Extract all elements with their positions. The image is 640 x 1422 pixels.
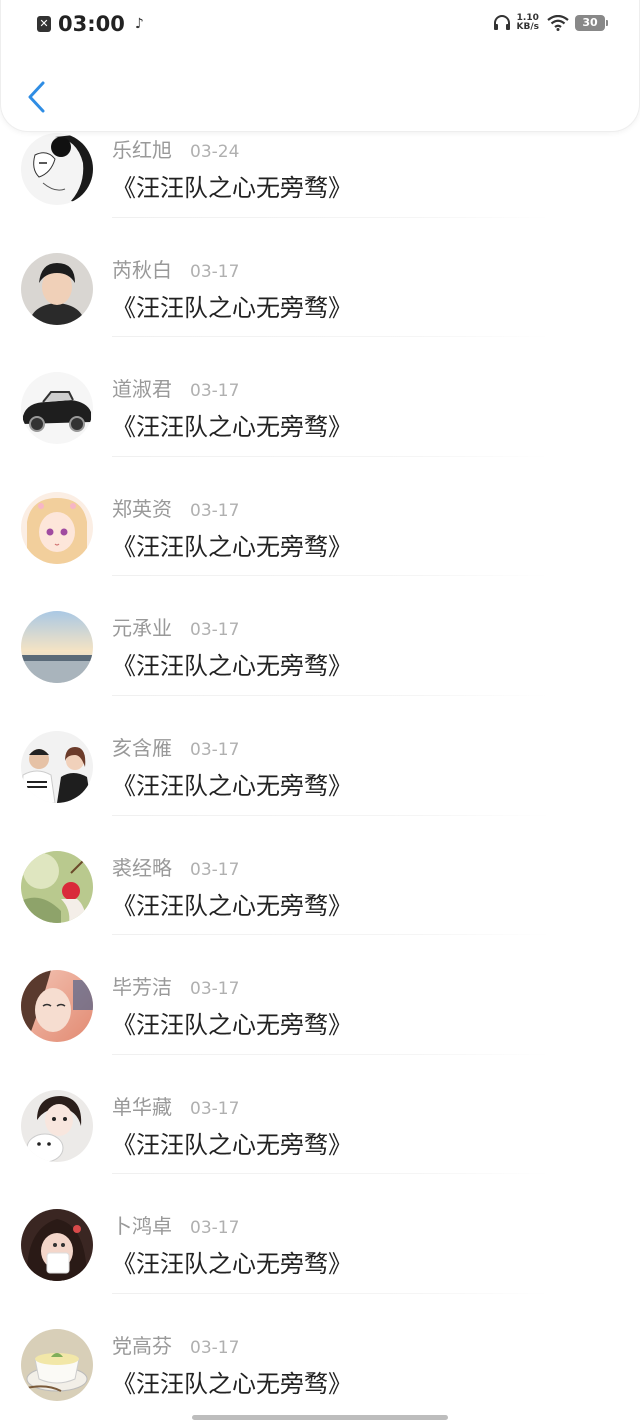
- avatar[interactable]: [21, 491, 93, 564]
- item-content: 《汪汪队之心无旁骛》: [112, 1250, 352, 1279]
- avatar[interactable]: [21, 372, 93, 445]
- item-date: 03-17: [190, 739, 240, 760]
- item-content: 《汪汪队之心无旁骛》: [112, 771, 352, 800]
- avatar[interactable]: [21, 850, 93, 923]
- battery-indicator: 30: [575, 15, 608, 31]
- item-content: 《汪汪队之心无旁骛》: [112, 891, 352, 920]
- user-name: 芮秋白: [112, 257, 172, 282]
- list-item[interactable]: 党高芬 03-17 《汪汪队之心无旁骛》: [0, 1282, 640, 1402]
- user-name: 道淑君: [112, 377, 172, 402]
- list-item[interactable]: 元承业 03-17 《汪汪队之心无旁骛》: [0, 564, 640, 696]
- status-bar: ✕ 03:00 ♪ 1.10 KB/s 30: [1, 0, 640, 50]
- item-header: 乐红旭 03-24: [112, 134, 239, 163]
- chevron-left-icon: [28, 81, 45, 113]
- item-date: 03-17: [190, 859, 240, 880]
- user-name: 单华藏: [112, 1094, 172, 1119]
- item-content: 《汪汪队之心无旁骛》: [112, 413, 352, 442]
- network-speed-unit: KB/s: [516, 22, 539, 32]
- item-header: 芮秋白 03-17: [112, 254, 239, 283]
- item-content: 《汪汪队之心无旁骛》: [112, 1011, 352, 1040]
- top-header: ✕ 03:00 ♪ 1.10 KB/s 30: [0, 0, 640, 132]
- avatar[interactable]: [21, 133, 93, 205]
- item-content: 《汪汪队之心无旁骛》: [112, 1369, 352, 1398]
- user-name: 卜鸿卓: [112, 1214, 172, 1239]
- network-speed: 1.10 KB/s: [517, 14, 539, 32]
- user-name: 元承业: [112, 616, 172, 641]
- avatar[interactable]: [21, 1328, 93, 1401]
- home-indicator[interactable]: [192, 1415, 448, 1420]
- item-header: 道淑君 03-17: [112, 373, 239, 402]
- back-button[interactable]: [23, 78, 53, 118]
- item-header: 卜鸿卓 03-17: [112, 1210, 239, 1239]
- list-item[interactable]: 亥含雁 03-17 《汪汪队之心无旁骛》: [0, 684, 640, 816]
- list-item[interactable]: 道淑君 03-17 《汪汪队之心无旁骛》: [0, 325, 640, 457]
- headphones-icon: [493, 15, 510, 30]
- list-item[interactable]: 裘经略 03-17 《汪汪队之心无旁骛》: [0, 804, 640, 936]
- message-list: 乐红旭 03-24 《汪汪队之心无旁骛》 芮秋白 03-17 《汪汪队之心无旁骛…: [0, 86, 640, 1402]
- avatar[interactable]: [21, 970, 93, 1043]
- notification-icon: ✕: [37, 16, 51, 32]
- item-date: 03-17: [190, 979, 240, 1000]
- item-content: 《汪汪队之心无旁骛》: [112, 652, 352, 681]
- list-item[interactable]: 毕芳洁 03-17 《汪汪队之心无旁骛》: [0, 923, 640, 1055]
- list-item[interactable]: 卜鸿卓 03-17 《汪汪队之心无旁骛》: [0, 1162, 640, 1294]
- status-right: 1.10 KB/s 30: [493, 14, 608, 32]
- avatar[interactable]: [21, 1209, 93, 1282]
- list-item[interactable]: 芮秋白 03-17 《汪汪队之心无旁骛》: [0, 206, 640, 338]
- item-header: 单华藏 03-17: [112, 1091, 239, 1120]
- music-note-icon: ♪: [134, 16, 144, 32]
- item-date: 03-17: [190, 261, 240, 282]
- item-date: 03-24: [190, 142, 240, 162]
- avatar[interactable]: [21, 1089, 93, 1162]
- user-name: 党高芬: [112, 1333, 172, 1358]
- user-name: 毕芳洁: [112, 975, 172, 1000]
- item-header: 毕芳洁 03-17: [112, 971, 239, 1000]
- avatar[interactable]: [21, 252, 93, 325]
- item-content: 《汪汪队之心无旁骛》: [112, 1130, 352, 1159]
- user-name: 亥含雁: [112, 735, 172, 760]
- item-content: 《汪汪队之心无旁骛》: [112, 174, 352, 202]
- avatar[interactable]: [21, 730, 93, 803]
- list-item[interactable]: 单华藏 03-17 《汪汪队之心无旁骛》: [0, 1043, 640, 1175]
- item-header: 郑英资 03-17: [112, 493, 239, 522]
- user-name: 郑英资: [112, 496, 172, 521]
- item-date: 03-17: [190, 620, 240, 641]
- item-content: 《汪汪队之心无旁骛》: [112, 532, 352, 561]
- list-item[interactable]: 郑英资 03-17 《汪汪队之心无旁骛》: [0, 445, 640, 577]
- item-header: 裘经略 03-17: [112, 852, 239, 881]
- item-content: 《汪汪队之心无旁骛》: [112, 293, 352, 322]
- user-name: 乐红旭: [112, 138, 172, 162]
- item-date: 03-17: [190, 1098, 240, 1119]
- item-date: 03-17: [190, 1337, 240, 1358]
- wifi-icon: [547, 15, 569, 31]
- item-date: 03-17: [190, 381, 240, 402]
- item-date: 03-17: [190, 1218, 240, 1239]
- user-name: 裘经略: [112, 855, 172, 880]
- status-time: 03:00: [58, 12, 125, 36]
- item-header: 元承业 03-17: [112, 612, 239, 641]
- avatar[interactable]: [21, 611, 93, 684]
- item-header: 党高芬 03-17: [112, 1330, 239, 1359]
- item-date: 03-17: [190, 500, 240, 521]
- status-left: ✕ 03:00 ♪: [37, 12, 144, 36]
- item-header: 亥含雁 03-17: [112, 732, 239, 761]
